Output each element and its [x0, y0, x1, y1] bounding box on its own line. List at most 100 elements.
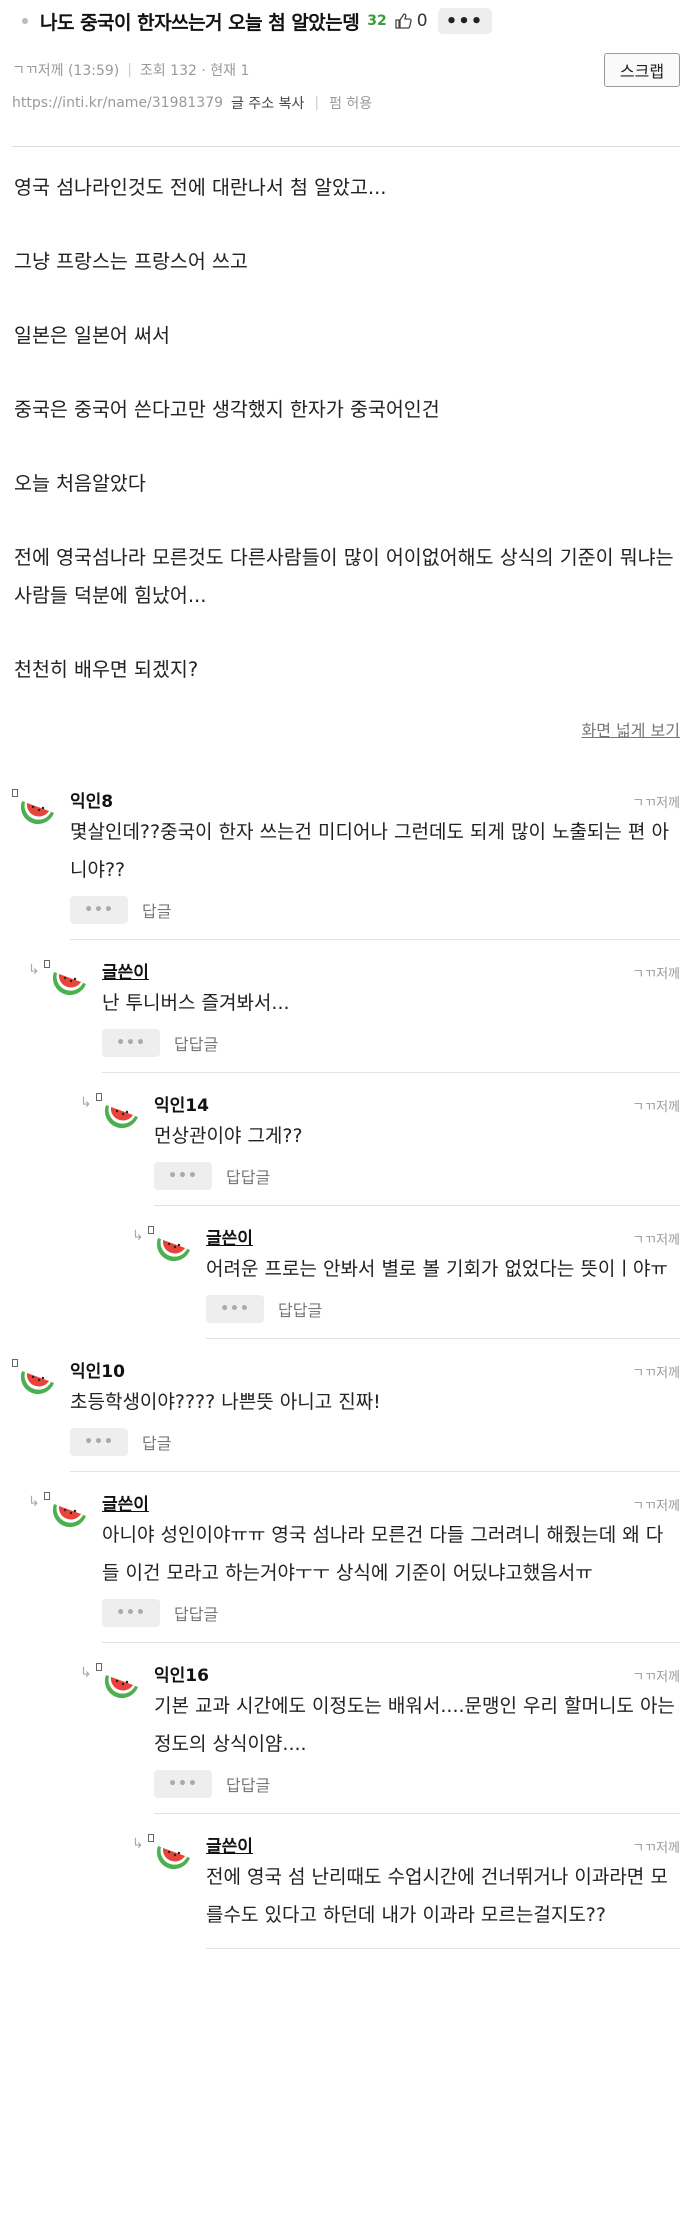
comment-content: 익인16 ㄱㄲ저께기본 교과 시간에도 이정도는 배워서....문맹인 우리 할머…	[154, 1657, 680, 1814]
reply-button[interactable]: 답답글	[174, 1601, 218, 1625]
pin-icon	[148, 1226, 154, 1234]
comment-header: 익인16 ㄱㄲ저께	[154, 1657, 680, 1686]
divider: |	[314, 95, 320, 111]
comment-more-button[interactable]: •••	[154, 1162, 212, 1190]
comment-time: ㄱㄲ저께	[632, 1499, 680, 1514]
reply-button[interactable]: 답답글	[226, 1772, 270, 1796]
comment-time: ㄱㄲ저께	[632, 796, 680, 811]
thumb-count: 0	[416, 11, 428, 31]
comment-text: 먼상관이야 그게??	[154, 1125, 303, 1147]
title-row: 나도 중국이 한자쓰는거 오늘 첨 알았는뎅 32 0 •••	[12, 0, 680, 38]
comment-content: 익인14 ㄱㄲ저께먼상관이야 그게?? ••• 답답글	[154, 1087, 680, 1206]
comment-item: ↳ 글쓴이 ㄱㄲ저께어려운 프로는 안봐서 별로 볼 기회가 없었다는 뜻이ㅣ야ㅠ •…	[132, 1206, 680, 1339]
comment-more-button[interactable]: •••	[70, 896, 128, 924]
permission-label: 펌 허용	[329, 96, 373, 112]
comment-text: 난 투니버스 즐겨봐서...	[102, 992, 290, 1014]
thumbs-up-icon[interactable]	[393, 11, 413, 31]
comment-time: ㄱㄲ저께	[632, 1841, 680, 1856]
pin-icon	[44, 1492, 50, 1500]
post-paragraph: 중국은 중국어 쓴다고만 생각했지 한자가 중국어인건	[14, 398, 440, 421]
comment-text: 어려운 프로는 안봐서 별로 볼 기회가 없었다는 뜻이ㅣ야ㅠ	[206, 1258, 668, 1280]
commenter-name[interactable]: 익인16	[154, 1661, 209, 1686]
comment-more-button[interactable]: •••	[206, 1295, 264, 1323]
copy-url-link[interactable]: 글 주소 복사	[231, 93, 304, 113]
reply-button[interactable]: 답글	[142, 1430, 171, 1454]
bullet-icon	[22, 18, 28, 24]
pin-icon	[44, 960, 50, 968]
pin-icon	[12, 789, 18, 797]
watermelon-icon	[52, 962, 88, 998]
pin-icon	[12, 1359, 18, 1367]
watermelon-icon	[156, 1228, 192, 1264]
post-paragraph: 그냥 프랑스는 프랑스어 쓰고	[14, 250, 248, 273]
reply-arrow-icon: ↳	[28, 962, 40, 978]
pin-icon	[148, 1834, 154, 1842]
post-body: 영국 섬나라인것도 전에 대란나서 첨 알았고... 그냥 프랑스는 프랑스어 쓰…	[12, 169, 680, 689]
commenter-name[interactable]: 글쓴이	[102, 958, 149, 983]
watermelon-icon	[104, 1665, 140, 1701]
reply-button[interactable]: 답답글	[278, 1297, 322, 1321]
comment-actions: ••• 답글	[70, 895, 680, 925]
commenter-name[interactable]: 익인14	[154, 1091, 209, 1116]
comment-list: 익인8 ㄱㄲ저께 몇살인데??중국이 한자 쓰는건 미디어나 그런데도 되게 많이 …	[12, 769, 680, 1949]
post-title: 나도 중국이 한자쓰는거 오늘 첨 알았는뎅	[40, 11, 360, 34]
pin-icon	[96, 1093, 102, 1101]
comment-text: 초등학생이야???? 나쁜뜻 아니고 진짜!	[70, 1391, 381, 1413]
comment-header: 글쓴이 ㄱㄲ저께	[206, 1220, 680, 1249]
commenter-name[interactable]: 글쓴이	[206, 1832, 253, 1857]
header-divider	[12, 146, 680, 147]
comment-more-button[interactable]: •••	[102, 1029, 160, 1057]
comment-more-button[interactable]: •••	[70, 1428, 128, 1456]
comment-header: 글쓴이 ㄱㄲ저께	[102, 1486, 680, 1515]
pin-icon	[96, 1663, 102, 1671]
commenter-name[interactable]: 익인10	[70, 1357, 125, 1382]
comment-item: 익인8 ㄱㄲ저께몇살인데??중국이 한자 쓰는건 미디어나 그런데도 되게 많이 …	[12, 769, 680, 940]
watermelon-icon	[52, 1494, 88, 1530]
comment-content: 익인10 ㄱㄲ저께초등학생이야???? 나쁜뜻 아니고 진짜! ••• 답글	[70, 1353, 680, 1472]
post-paragraph: 전에 영국섬나라 모른것도 다른사람들이 많이 어이없어해도 상식의 기준이 뭐…	[14, 546, 674, 607]
comment-item: ↳ 글쓴이 ㄱㄲ저께난 투니버스 즐겨봐서... ••• 답답글	[28, 940, 680, 1073]
comment-actions: ••• 답답글	[102, 1598, 680, 1628]
comment-time: ㄱㄲ저께	[632, 1366, 680, 1381]
watermelon-icon	[20, 791, 56, 827]
comment-item: ↳ 글쓴이 ㄱㄲ저께 전에 영국 섬 난리때도 수업시간에 건너뛰거나 이과라면 모를…	[132, 1814, 680, 1949]
comment-header: 익인8 ㄱㄲ저께	[70, 783, 680, 812]
comment-actions: ••• 답글	[70, 1427, 680, 1457]
scrap-button[interactable]: 스크랩	[604, 53, 680, 87]
comment-item: ↳ 글쓴이 ㄱㄲ저께 아니야 성인이야ㅠㅠ 영국 섬나라 모른건 다들 그러려니 해줬…	[28, 1472, 680, 1643]
post-paragraph: 오늘 처음알았다	[14, 472, 146, 495]
comment-more-button[interactable]: •••	[102, 1599, 160, 1627]
comment-text: 기본 교과 시간에도 이정도는 배워서....문맹인 우리 할머니도 아는 정도…	[154, 1695, 675, 1755]
comment-header: 글쓴이 ㄱㄲ저께	[102, 954, 680, 983]
post-paragraph: 천천히 배우면 되겠지?	[14, 658, 199, 681]
comment-content: 글쓴이 ㄱㄲ저께어려운 프로는 안봐서 별로 볼 기회가 없었다는 뜻이ㅣ야ㅠ ••…	[206, 1220, 680, 1339]
commenter-name[interactable]: 글쓴이	[102, 1490, 149, 1515]
comment-content: 글쓴이 ㄱㄲ저께난 투니버스 즐겨봐서... ••• 답답글	[102, 954, 680, 1073]
more-button[interactable]: •••	[437, 8, 492, 34]
reply-arrow-icon: ↳	[132, 1228, 144, 1244]
comment-actions: ••• 답답글	[102, 1028, 680, 1058]
wide-view-link[interactable]: 화면 넓게 보기	[12, 717, 681, 741]
comment-time: ㄱㄲ저께	[632, 967, 680, 982]
reply-button[interactable]: 답답글	[226, 1164, 270, 1188]
comment-time: ㄱㄲ저께	[632, 1670, 680, 1685]
comment-header: 익인10 ㄱㄲ저께	[70, 1353, 680, 1382]
commenter-name[interactable]: 익인8	[70, 787, 113, 812]
comment-time: ㄱㄲ저께	[632, 1100, 680, 1115]
comment-item: ↳ 익인16 ㄱㄲ저께 기본 교과 시간에도 이정도는 배워서....문맹인 우리 할…	[80, 1643, 680, 1814]
comment-text: 전에 영국 섬 난리때도 수업시간에 건너뛰거나 이과라면 모를수도 있다고 하…	[206, 1866, 668, 1926]
comment-header: 글쓴이 ㄱㄲ저께	[206, 1828, 680, 1857]
reply-button[interactable]: 답글	[142, 898, 171, 922]
comment-actions: ••• 답답글	[206, 1294, 680, 1324]
commenter-name[interactable]: 글쓴이	[206, 1224, 253, 1249]
reply-button[interactable]: 답답글	[174, 1031, 218, 1055]
comment-text: 아니야 성인이야ㅠㅠ 영국 섬나라 모른건 다들 그러려니 해줬는데 왜 다들 …	[102, 1524, 664, 1584]
watermelon-icon	[20, 1361, 56, 1397]
like-count: 32	[367, 13, 387, 29]
post-page: 나도 중국이 한자쓰는거 오늘 첨 알았는뎅 32 0 ••• ㄱㄲ저께 (13…	[0, 0, 700, 2240]
comment-text: 몇살인데??중국이 한자 쓰는건 미디어나 그런데도 되게 많이 노출되는 편 …	[70, 821, 669, 881]
comment-item: 익인10 ㄱㄲ저께초등학생이야???? 나쁜뜻 아니고 진짜! ••• 답글	[12, 1339, 680, 1472]
watermelon-icon	[156, 1836, 192, 1872]
comment-time: ㄱㄲ저께	[632, 1233, 680, 1248]
comment-more-button[interactable]: •••	[154, 1770, 212, 1798]
